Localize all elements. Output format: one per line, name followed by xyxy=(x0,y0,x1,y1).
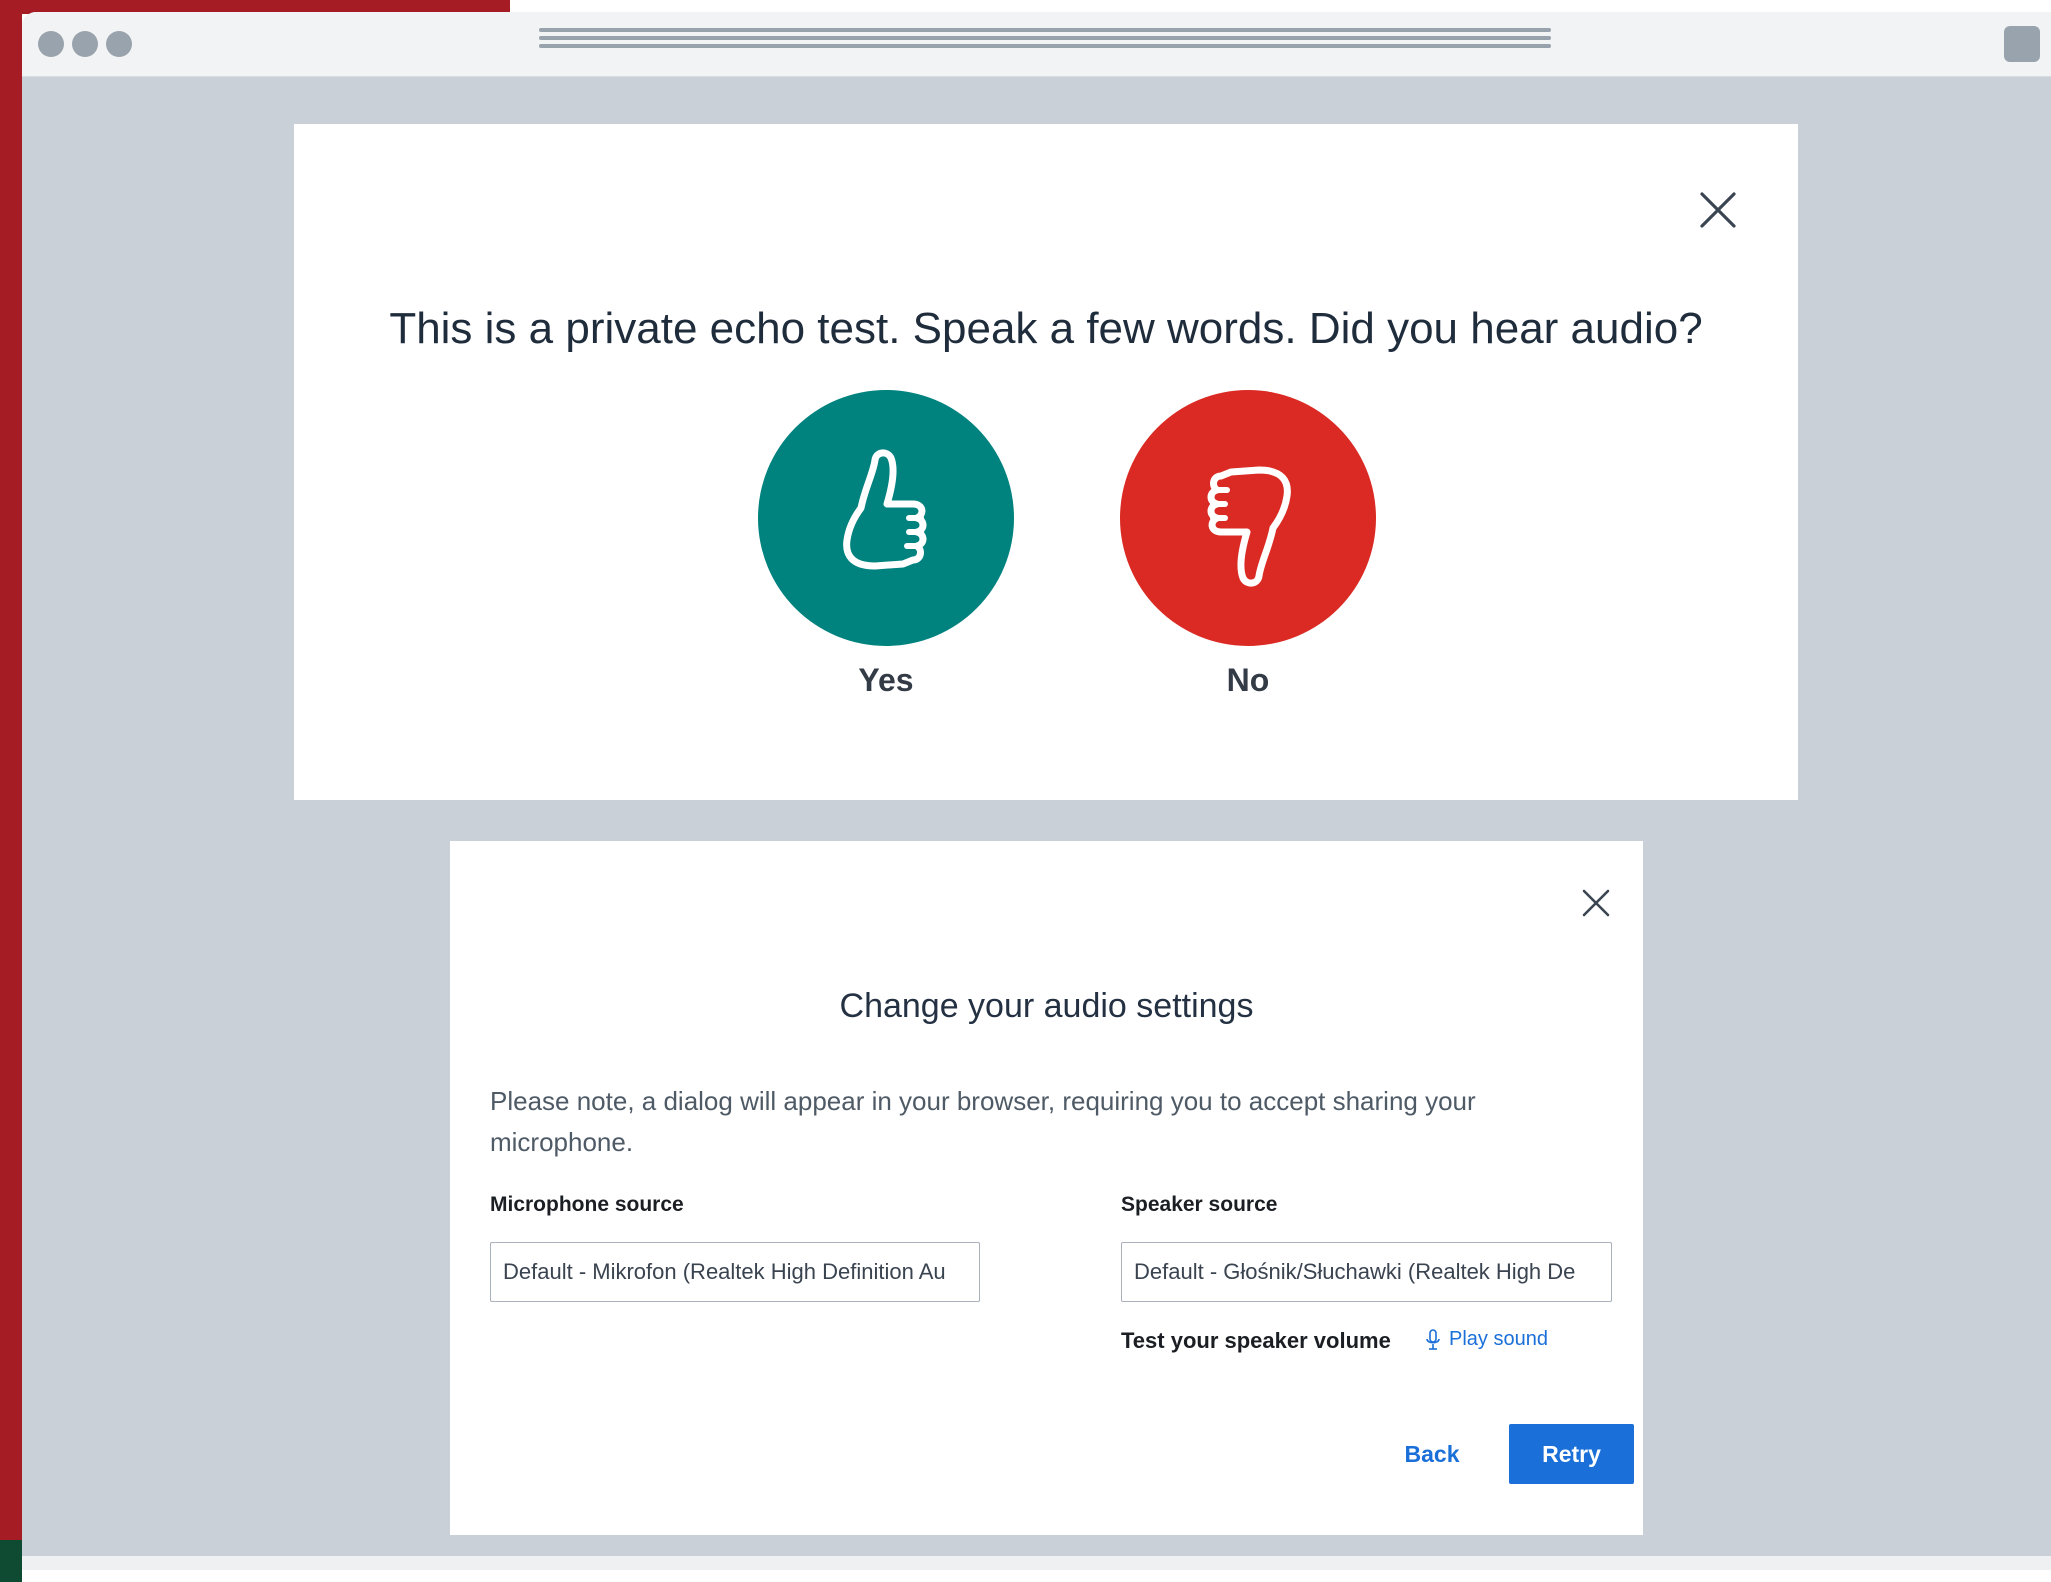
window-maximize-dot[interactable] xyxy=(106,31,132,57)
background-red-strip xyxy=(0,0,22,1582)
window-close-dot[interactable] xyxy=(38,31,64,57)
echo-dialog-close-button[interactable] xyxy=(1688,180,1748,240)
audio-dialog-close-button[interactable] xyxy=(1573,880,1619,926)
thumbs-down-icon xyxy=(1207,466,1291,587)
close-icon xyxy=(1700,192,1736,228)
echo-test-question: This is a private echo test. Speak a few… xyxy=(389,304,1703,353)
window-titlebar xyxy=(22,12,2051,77)
microphone-source-select[interactable]: Default - Mikrofon (Realtek High Definit… xyxy=(490,1242,980,1302)
audio-settings-dialog: Change your audio settings Please note, … xyxy=(450,841,1643,1535)
thumbs-up-icon xyxy=(843,449,927,570)
window-bottom-bar xyxy=(22,1556,2051,1570)
close-icon xyxy=(1582,889,1610,917)
no-button[interactable] xyxy=(1120,390,1376,646)
microphone-icon xyxy=(1426,1328,1440,1350)
play-sound-label[interactable]: Play sound xyxy=(1449,1328,1548,1351)
retry-button[interactable]: Retry xyxy=(1509,1424,1634,1484)
address-bar[interactable] xyxy=(539,28,1551,60)
play-sound-link[interactable]: Play sound xyxy=(1425,1328,1548,1351)
speaker-source-select[interactable]: Default - Głośnik/Słuchawki (Realtek Hig… xyxy=(1121,1242,1612,1302)
yes-label[interactable]: Yes xyxy=(758,662,1014,699)
background-green-corner xyxy=(0,1540,22,1582)
browser-window: This is a private echo test. Speak a few… xyxy=(22,12,2051,1570)
microphone-permission-note: Please note, a dialog will appear in you… xyxy=(490,1086,1476,1157)
test-speaker-volume-label: Test your speaker volume xyxy=(1121,1328,1391,1353)
speaker-source-label: Speaker source xyxy=(1121,1193,1278,1216)
no-label[interactable]: No xyxy=(1120,662,1376,699)
window-menu-icon[interactable] xyxy=(2004,26,2040,62)
echo-test-dialog: This is a private echo test. Speak a few… xyxy=(294,124,1798,800)
window-minimize-dot[interactable] xyxy=(72,31,98,57)
microphone-source-label: Microphone source xyxy=(490,1193,684,1216)
audio-settings-title: Change your audio settings xyxy=(839,987,1254,1025)
back-button[interactable]: Back xyxy=(1392,1424,1472,1484)
yes-button[interactable] xyxy=(758,390,1014,646)
